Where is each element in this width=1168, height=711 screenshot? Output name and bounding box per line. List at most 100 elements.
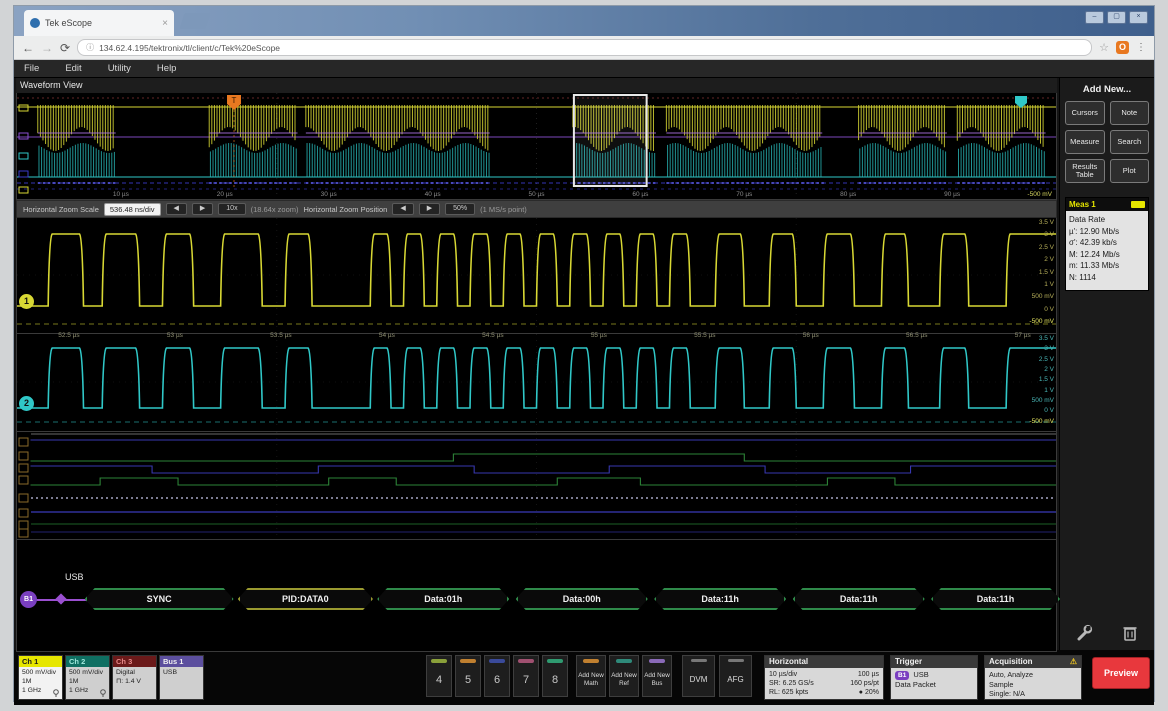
bus-packet[interactable]: Data:00h <box>516 588 648 610</box>
bus-packet[interactable]: Data:01h <box>377 588 509 610</box>
digital-channel-7-button[interactable]: 7 <box>513 655 539 697</box>
menu-help[interactable]: Help <box>157 63 177 74</box>
add-new-search-button[interactable]: Search <box>1110 130 1150 154</box>
preview-button[interactable]: Preview <box>1092 657 1150 689</box>
add-new-cursors-button[interactable]: Cursors <box>1065 101 1105 125</box>
close-tab-icon[interactable]: × <box>162 18 168 29</box>
volt-label: 500 mV <box>1018 398 1054 405</box>
close-button[interactable]: × <box>1129 11 1148 24</box>
forward-icon[interactable]: → <box>41 42 53 54</box>
svg-text:50 µs: 50 µs <box>528 191 545 198</box>
bookmark-star-icon[interactable]: ☆ <box>1099 41 1109 54</box>
channel-badge-bus1[interactable]: Bus 1USB <box>159 655 204 700</box>
volt-label: 2 V <box>1018 257 1054 264</box>
extension-badge-icon[interactable]: O <box>1116 41 1129 54</box>
add-new-note-button[interactable]: Note <box>1110 101 1150 125</box>
volt-label: 1 V <box>1018 282 1054 289</box>
bus1-badge[interactable]: B1 <box>20 591 37 608</box>
settings-wrench-button[interactable] <box>1071 622 1097 644</box>
bus-packet[interactable]: Data:11h <box>654 588 786 610</box>
add-new-bus-button[interactable]: Add New Bus <box>642 655 672 697</box>
zoom-scale-decrease-button[interactable]: ◀ <box>166 203 187 215</box>
probe-icon <box>52 689 60 697</box>
horizontal-value: 10 µs/div <box>769 670 797 679</box>
menu-utility[interactable]: Utility <box>108 63 131 74</box>
acquisition-line: Sample <box>989 680 1077 690</box>
waveform-area: Waveform View T10 µs20 µs30 µs40 µs50 µs… <box>14 78 1059 650</box>
volt-label: 3 V <box>1018 346 1054 353</box>
zoom-position-left-button[interactable]: ◀ <box>392 203 413 215</box>
svg-text:T: T <box>232 96 237 105</box>
bus-packet[interactable]: Data:11h <box>931 588 1060 610</box>
dvm-button[interactable]: DVM <box>682 655 715 697</box>
horizontal-title: Horizontal <box>769 657 808 668</box>
browser-toolbar: ← → ⟳ ⓘ 134.62.4.195/tektronix/tl/client… <box>14 36 1154 60</box>
digital-channel-5-button[interactable]: 5 <box>455 655 481 697</box>
digital-channel-8-button[interactable]: 8 <box>542 655 568 697</box>
channel-badge-ch2[interactable]: Ch 2500 mV/div1M1 GHz <box>65 655 110 700</box>
maximize-button[interactable]: ▢ <box>1107 11 1126 24</box>
zoom-position-right-button[interactable]: ▶ <box>419 203 440 215</box>
bus-packet[interactable]: Data:11h <box>793 588 925 610</box>
overview-strip[interactable]: T10 µs20 µs30 µs40 µs50 µs60 µs70 µs80 µ… <box>16 93 1057 200</box>
url-bar[interactable]: ⓘ 134.62.4.195/tektronix/tl/client/c/Tek… <box>77 39 1092 56</box>
settings-bar: Ch 1500 mV/div1M1 GHzCh 2500 mV/div1M1 G… <box>14 650 1154 705</box>
time-label: 55.5 µs <box>694 332 715 339</box>
add-new-measure-button[interactable]: Measure <box>1065 130 1105 154</box>
tab-title: Tek eScope <box>45 18 157 28</box>
zoom-factor-button[interactable]: 10x <box>218 203 245 215</box>
add-new-title: Add New... <box>1065 84 1149 95</box>
browser-window: Tek eScope × –▢× ← → ⟳ ⓘ 134.62.4.195/te… <box>13 5 1155 702</box>
channel2-badge[interactable]: 2 <box>19 396 34 411</box>
digital-channels-panel[interactable] <box>16 432 1057 540</box>
add-new-plot-button[interactable]: Plot <box>1110 159 1150 183</box>
bus-decode-panel[interactable]: USB B1 SYNCPID:DATA0Data:01hData:00hData… <box>16 540 1057 652</box>
new-tab-button[interactable] <box>179 13 210 29</box>
zoom-scale-value[interactable]: 536.48 ns/div <box>104 203 161 216</box>
channel-badge-ch3[interactable]: Ch 3Digital⊓: 1.4 V <box>112 655 157 700</box>
afg-button[interactable]: AFG <box>719 655 752 697</box>
meas-result-line: M: 12.24 Mb/s <box>1069 249 1145 261</box>
site-info-icon[interactable]: ⓘ <box>86 42 94 53</box>
channel1-zoom-panel[interactable]: 1 3.5 V3 V2.5 V2 V1.5 V1 V500 mV0 V-500 … <box>16 218 1057 334</box>
time-label: 55 µs <box>591 332 607 339</box>
channel2-zoom-panel[interactable]: 2 3.5 V3 V2.5 V2 V1.5 V1 V500 mV0 V-500 … <box>16 334 1057 432</box>
channel-badge-ch1[interactable]: Ch 1500 mV/div1M1 GHz <box>18 655 63 700</box>
meas-result-line: µ': 12.90 Mb/s <box>1069 226 1145 238</box>
reload-icon[interactable]: ⟳ <box>60 42 70 54</box>
horizontal-badge[interactable]: Horizontal 10 µs/div100 µsSR: 6.25 GS/s1… <box>764 655 884 700</box>
digital-channel-6-button[interactable]: 6 <box>484 655 510 697</box>
menu-file[interactable]: File <box>24 63 39 74</box>
volt-label: 2 V <box>1018 367 1054 374</box>
horizontal-value: 100 µs <box>858 670 879 679</box>
menu-edit[interactable]: Edit <box>65 63 81 74</box>
add-new-ref-button[interactable]: Add New Ref <box>609 655 639 697</box>
zoom-position-label: Horizontal Zoom Position <box>304 205 388 214</box>
minimize-button[interactable]: – <box>1085 11 1104 24</box>
volt-label: 3.5 V <box>1018 220 1054 227</box>
digital-channel-4-button[interactable]: 4 <box>426 655 452 697</box>
volt-label: 0 V <box>1018 408 1054 415</box>
time-label: 54 µs <box>379 332 395 339</box>
delete-trash-button[interactable] <box>1117 622 1143 644</box>
horizontal-value: 160 ps/pt <box>850 679 879 688</box>
svg-text:10 µs: 10 µs <box>113 191 130 198</box>
add-new-math-button[interactable]: Add New Math <box>576 655 606 697</box>
bus-packet[interactable]: PID:DATA0 <box>238 588 373 610</box>
measurement-results-badge[interactable]: Meas 1 Data Rateµ': 12.90 Mb/sσ': 42.39 … <box>1065 197 1149 291</box>
acquisition-line: Single: N/A <box>989 689 1077 699</box>
warning-icon: ⚠ <box>1070 657 1077 668</box>
bus-packet[interactable]: SYNC <box>85 588 234 610</box>
svg-text:40 µs: 40 µs <box>425 191 442 198</box>
channel1-badge[interactable]: 1 <box>19 294 34 309</box>
back-icon[interactable]: ← <box>22 42 34 54</box>
zoom-scale-increase-button[interactable]: ▶ <box>192 203 213 215</box>
browser-menu-icon[interactable]: ⋮ <box>1136 42 1146 53</box>
zoom-position-value-button[interactable]: 50% <box>445 203 475 215</box>
acquisition-badge[interactable]: Acquisition ⚠ Auto, AnalyzeSampleSingle:… <box>984 655 1082 700</box>
waveform-view-title: Waveform View <box>16 78 1057 93</box>
add-new-results-table-button[interactable]: Results Table <box>1065 159 1105 183</box>
volt-label: 2.5 V <box>1018 357 1054 364</box>
trigger-badge[interactable]: Trigger B1 USB Data Packet <box>890 655 978 700</box>
browser-tab[interactable]: Tek eScope × <box>24 10 174 36</box>
